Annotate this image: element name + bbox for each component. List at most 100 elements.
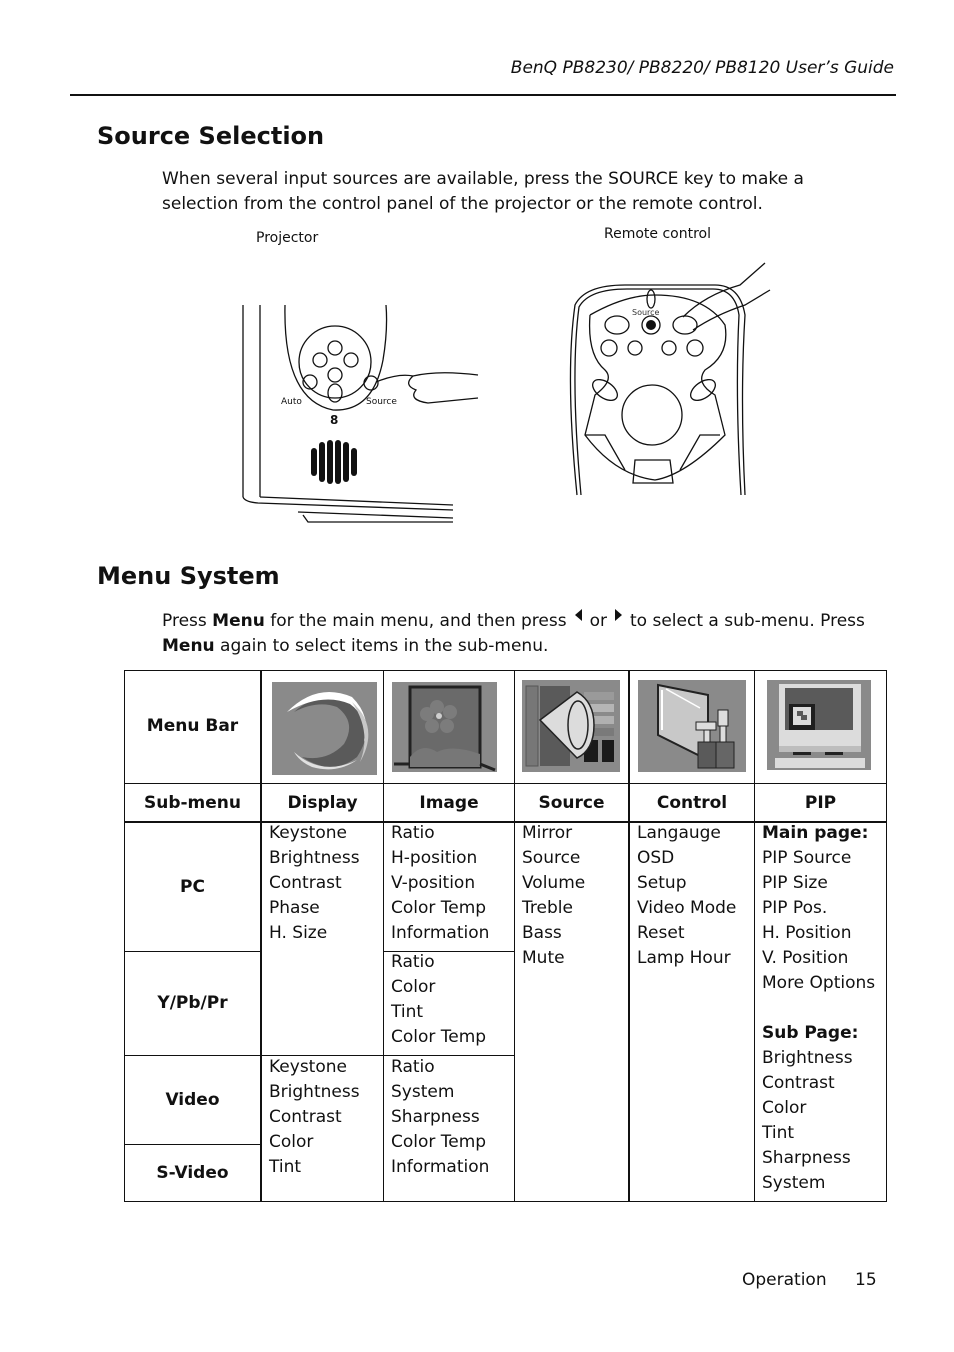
footer-section-label: Operation [742,1270,827,1290]
instruction-text: to select a sub-menu. Press [630,611,865,631]
instruction-text: for the main menu, and then press [264,611,567,631]
table-border-bottom [124,1201,887,1202]
display-items-video-svideo: Keystone Brightness Contrast Color Tint [262,1055,383,1180]
list-item: Brightness [269,848,360,868]
display-items-pc-ypbpr: Keystone Brightness Contrast Phase H. Si… [262,821,383,946]
column-header-control: Control [656,792,728,813]
projector-illustration: Auto Source 8 [242,304,479,523]
source-items: Mirror Source Volume Treble Bass Mute [515,821,628,971]
list-item: Brightness [269,1082,360,1102]
row-label-video: Video [165,1089,220,1110]
source-selection-heading: Source Selection [97,122,325,150]
image-items-video-svideo: Ratio System Sharpness Color Temp Inform… [384,1055,514,1180]
list-item: V-position [391,873,476,893]
list-item: Tint [391,1002,424,1022]
pip-menu-icon [767,680,871,770]
list-item: More Options [762,973,876,993]
display-menu-icon [272,682,377,775]
list-item: Color Temp [391,898,487,918]
source-menu-icon [522,680,620,772]
list-item: Tint [762,1123,795,1143]
remote-control-illustration: Source [569,262,771,496]
list-item: Color Temp [391,1027,487,1047]
menu-system-table: Menu Bar Sub-menu Display Image Source C… [124,670,887,1202]
list-item: Mute [522,948,565,968]
footer-page-number: 15 [855,1270,877,1290]
row-label-pc: PC [180,876,205,897]
menu-key-label: Menu [162,636,215,656]
projector-source-label: Source [366,397,397,407]
column-header-image: Image [419,792,479,813]
column-header-display: Display [287,792,358,813]
remote-source-label: Source [632,308,660,317]
header-divider [70,94,896,96]
document-header-title: BenQ PB8230/ PB8220/ PB8120 User’s Guide [510,58,894,78]
table-border-right [886,670,887,1202]
list-item: Volume [522,873,586,893]
instruction-text: again to select items in the sub-menu. [214,636,549,656]
control-menu-icon [638,680,746,772]
menu-key-label: Menu [212,611,265,631]
list-item: Lamp Hour [637,948,731,968]
list-item: Phase [269,898,320,918]
list-item: Keystone [269,823,347,843]
image-items-pc: Ratio H-position V-position Color Temp I… [384,821,514,946]
list-item: Setup [637,873,687,893]
menu-system-instructions: Press Menu for the main menu, and then p… [162,609,892,659]
list-item: Video Mode [637,898,737,918]
list-item: Tint [269,1157,302,1177]
list-item: Sharpness [391,1107,480,1127]
list-item: Color Temp [391,1132,487,1152]
list-item: Bass [522,923,562,943]
list-item: Contrast [269,1107,342,1127]
list-item: Color [762,1098,807,1118]
list-item: Langauge [637,823,721,843]
svg-text:8: 8 [330,413,338,427]
column-header-pip: PIP [804,792,837,813]
column-header-source: Source [538,792,605,813]
list-item: Contrast [762,1073,835,1093]
control-items: Langauge OSD Setup Video Mode Reset Lamp… [630,821,754,971]
source-selection-paragraph: When several input sources are available… [162,169,804,214]
left-arrow-icon [574,609,582,621]
list-item: Information [391,1157,490,1177]
projector-caption: Projector [256,230,319,246]
row-label-sub-menu: Sub-menu [143,792,242,813]
list-item: V. Position [762,948,849,968]
list-item: Brightness [762,1048,853,1068]
list-item: Sharpness [762,1148,851,1168]
list-item: H-position [391,848,478,868]
list-item: Color [269,1132,314,1152]
list-item: H. Size [269,923,328,943]
list-item: Information [391,923,490,943]
list-item: Contrast [269,873,342,893]
projector-auto-label: Auto [281,397,302,407]
image-menu-icon [392,682,497,772]
list-item: PIP Source [762,848,852,868]
list-item: Ratio [391,1057,435,1077]
row-label-menu-bar: Menu Bar [146,716,239,736]
pip-main-page-heading: Main page: [762,823,869,843]
list-item: Ratio [391,952,435,972]
list-item: Reset [637,923,685,943]
list-item: H. Position [762,923,852,943]
list-item: OSD [637,848,675,868]
right-arrow-icon [615,609,622,621]
list-item: Keystone [269,1057,347,1077]
row-label-ypbpr: Y/Pb/Pr [157,993,228,1013]
menu-system-heading: Menu System [97,562,280,590]
image-items-ypbpr: Ratio Color Tint Color Temp [384,950,514,1050]
list-item: Color [391,977,436,997]
list-item: System [391,1082,455,1102]
instruction-text: or [589,611,607,631]
list-item: PIP Pos. [762,898,828,918]
remote-caption: Remote control [604,226,711,242]
list-item: Ratio [391,823,435,843]
instruction-text: Press [162,611,213,631]
row-label-svideo: S-Video [156,1162,229,1183]
pip-items: Main page: PIP Source PIP Size PIP Pos. … [755,821,886,1196]
list-item: Source [522,848,581,868]
list-item: PIP Size [762,873,828,893]
list-item: Mirror [522,823,573,843]
